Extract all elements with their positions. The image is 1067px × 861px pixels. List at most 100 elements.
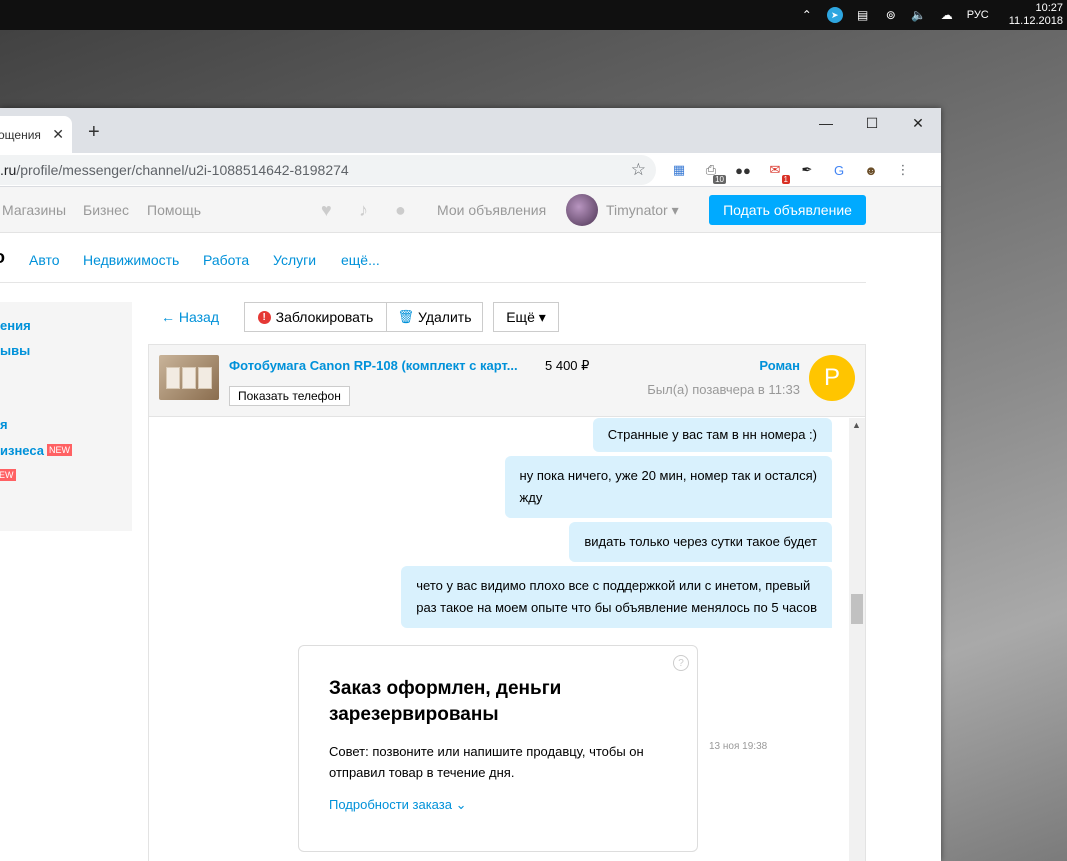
- printer-icon[interactable]: ⎙ 10: [700, 159, 726, 184]
- help-icon[interactable]: ?: [673, 655, 689, 671]
- tab-strip: ощения ✕ + — ☐ ✕: [0, 108, 941, 153]
- post-ad-button[interactable]: Подать объявление: [709, 195, 866, 225]
- browser-toolbar: .ru/profile/messenger/channel/u2i-108851…: [0, 153, 941, 187]
- order-details-label: Подробности заказа: [329, 797, 452, 812]
- messages-chat-icon[interactable]: ●: [395, 200, 406, 221]
- minimize-button[interactable]: —: [803, 108, 849, 138]
- alert-icon: !: [257, 310, 271, 324]
- system-tray: ⌃ ➤ ▤ ⊚ 🔈 ☁ РУС 10:27 11.12.2018: [799, 0, 1067, 30]
- category-nav: o Авто Недвижимость Работа Услуги ещё...: [0, 233, 866, 283]
- order-title: Заказ оформлен, деньги зарезервированы: [329, 678, 562, 725]
- menu-dots-icon[interactable]: ⋮: [892, 159, 914, 181]
- volume-icon[interactable]: 🔈: [911, 7, 927, 23]
- new-badge: EW: [0, 469, 16, 481]
- new-badge: NEW: [46, 444, 72, 456]
- language-indicator[interactable]: РУС: [967, 9, 989, 21]
- address-bar[interactable]: .ru/profile/messenger/channel/u2i-108851…: [0, 155, 656, 185]
- url-host: .ru: [0, 162, 17, 178]
- sidebar-item-messages[interactable]: ения: [0, 318, 31, 333]
- extension-badge: 1: [781, 175, 790, 184]
- order-tip: Совет: позвоните или напишите продавцу, …: [329, 744, 644, 780]
- seller-name-link[interactable]: Роман: [759, 358, 800, 373]
- category-more[interactable]: ещё...: [341, 252, 380, 268]
- message-bubble: видать только через сутки такое будет: [569, 522, 832, 562]
- message-list: Странные у вас там в нн номера :) ну пок…: [149, 418, 849, 861]
- item-price: 5 400 ₽: [545, 358, 590, 373]
- scrollbar-thumb[interactable]: [851, 594, 863, 624]
- dots-icon[interactable]: ●●: [732, 159, 754, 181]
- tab-messenger[interactable]: ощения ✕: [0, 116, 72, 153]
- scroll-up-arrow-icon[interactable]: ▲: [852, 420, 861, 430]
- chevron-up-icon[interactable]: ⌃: [799, 7, 815, 23]
- mail-icon[interactable]: ✉ 1: [764, 159, 790, 184]
- block-label: Заблокировать: [275, 309, 374, 325]
- file-icon[interactable]: ▤: [855, 7, 871, 23]
- sidebar-item-label: изнеса: [0, 443, 44, 458]
- steam-icon[interactable]: ⊚: [883, 7, 899, 23]
- block-button[interactable]: ! Заблокировать: [244, 302, 387, 332]
- chat-scrollbar[interactable]: ▲: [849, 418, 865, 861]
- pen-icon[interactable]: ✒: [796, 159, 818, 181]
- sidebar-item-label: ения: [0, 318, 31, 333]
- message-bubble: чето у вас видимо плохо все с поддержкой…: [401, 566, 832, 628]
- my-ads-link[interactable]: Мои объявления: [437, 202, 546, 218]
- profile-icon[interactable]: ☻: [860, 159, 882, 181]
- trash-icon: 🗑: [397, 309, 415, 324]
- item-title-link[interactable]: Фотобумага Canon RP-108 (комплект с карт…: [229, 358, 525, 373]
- category-auto[interactable]: Авто: [29, 252, 60, 268]
- item-thumbnail[interactable]: [159, 355, 219, 400]
- extension-toolbar: ▦ ⎙ 10 ●● ✉ 1 ✒ G ☻ ⋮: [668, 159, 914, 184]
- clock-date: 11.12.2018: [1008, 15, 1063, 27]
- sidebar-item-label: я: [0, 417, 8, 432]
- nav-shops[interactable]: Магазины: [2, 202, 66, 218]
- browser-window: ощения ✕ + — ☐ ✕ .ru/profile/messenger/c…: [0, 108, 941, 861]
- seller-avatar[interactable]: Р: [809, 355, 855, 401]
- sidebar-item-settings[interactable]: я: [0, 417, 8, 432]
- clock-time: 10:27: [1035, 2, 1063, 14]
- taskbar: ⌃ ➤ ▤ ⊚ 🔈 ☁ РУС 10:27 11.12.2018: [0, 0, 1067, 30]
- translate-icon[interactable]: G: [828, 159, 850, 181]
- network-icon[interactable]: ☁: [939, 7, 955, 23]
- order-details-link[interactable]: Подробности заказа ⌄: [329, 797, 467, 813]
- user-avatar[interactable]: [566, 194, 598, 226]
- favorites-heart-icon[interactable]: ♥: [321, 200, 332, 221]
- show-phone-button[interactable]: Показать телефон: [229, 386, 350, 406]
- item-header: Фотобумага Canon RP-108 (комплект с карт…: [149, 345, 865, 417]
- url-path: /profile/messenger/channel/u2i-108851464…: [16, 162, 349, 178]
- sidebar-item-business[interactable]: изнеса NEW: [0, 443, 72, 458]
- profile-sidebar: ения ывы я изнеса NEW EW: [0, 302, 132, 531]
- telegram-icon[interactable]: ➤: [826, 7, 843, 23]
- more-button[interactable]: Ещё ▾: [493, 302, 559, 332]
- sidebar-item-new[interactable]: EW: [0, 468, 16, 483]
- category-services[interactable]: Услуги: [273, 252, 316, 268]
- delete-button[interactable]: 🗑 Удалить: [386, 302, 483, 332]
- window-controls: — ☐ ✕: [803, 108, 941, 138]
- nav-business[interactable]: Бизнес: [83, 202, 129, 218]
- category-jobs[interactable]: Работа: [203, 252, 249, 268]
- tab-close-icon[interactable]: ✕: [52, 126, 64, 143]
- calendar-icon[interactable]: ▦: [668, 159, 690, 181]
- new-tab-button[interactable]: +: [88, 122, 100, 142]
- seller-last-seen: Был(а) позавчера в 11:33: [647, 382, 800, 397]
- bookmark-star-icon[interactable]: ☆: [631, 160, 646, 180]
- extension-badge: 10: [713, 175, 726, 184]
- site-header: Магазины Бизнес Помощь ♥ ♪ ● Мои объявле…: [0, 187, 941, 233]
- order-card: ? Заказ оформлен, деньги зарезервированы…: [298, 645, 698, 852]
- chevron-down-icon: ⌄: [455, 797, 467, 812]
- notifications-bell-icon[interactable]: ♪: [359, 200, 368, 221]
- message-bubble: ну пока ничего, уже 20 мин, номер так и …: [504, 456, 832, 518]
- username-menu[interactable]: Timynator ▾: [606, 202, 679, 219]
- clock[interactable]: 10:27 11.12.2018: [1009, 2, 1063, 28]
- maximize-button[interactable]: ☐: [849, 108, 895, 138]
- delete-label: Удалить: [418, 309, 472, 325]
- nav-help[interactable]: Помощь: [147, 202, 201, 218]
- sidebar-item-reviews[interactable]: ывы: [0, 343, 30, 358]
- close-window-button[interactable]: ✕: [895, 108, 941, 138]
- category-realty[interactable]: Недвижимость: [83, 252, 179, 268]
- site-logo[interactable]: o: [0, 247, 5, 268]
- chat-panel: Фотобумага Canon RP-108 (комплект с карт…: [148, 344, 866, 861]
- message-bubble: Странные у вас там в нн номера :): [592, 418, 832, 452]
- sidebar-item-label: ывы: [0, 343, 31, 358]
- back-link[interactable]: ← Назад: [161, 309, 219, 325]
- message-timestamp: 13 ноя 19:38: [709, 741, 768, 752]
